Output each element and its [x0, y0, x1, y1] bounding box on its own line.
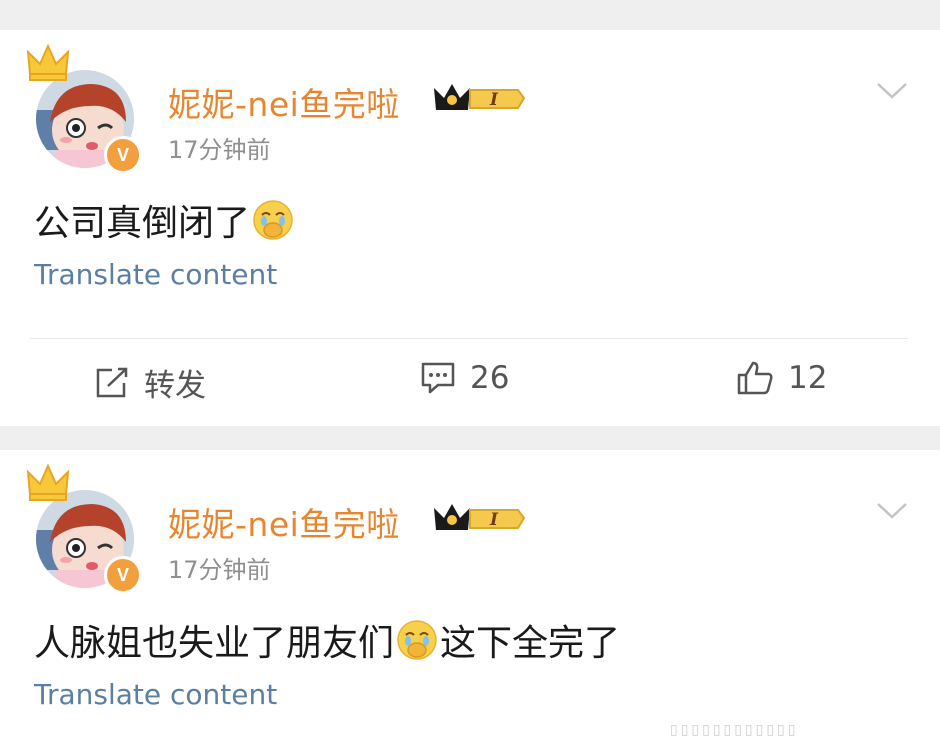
post-text: 公司真倒闭了: [34, 203, 251, 244]
like-count: 12: [788, 360, 828, 396]
comment-count: 26: [470, 360, 510, 396]
comment-icon: [421, 362, 455, 394]
repost-button[interactable]: 转发: [94, 360, 206, 405]
chevron-down-icon[interactable]: [876, 502, 908, 520]
timestamp: 17分钟前: [168, 556, 271, 584]
level-crown-badge: I: [434, 504, 526, 530]
crown-icon: [26, 44, 70, 81]
divider: [30, 338, 908, 339]
repost-icon: [96, 367, 128, 397]
translate-link[interactable]: Translate content: [34, 678, 277, 711]
post-text-part-2: 这下全完了: [440, 623, 621, 664]
crying-emoji-icon: [253, 200, 293, 240]
timestamp: 17分钟前: [168, 136, 271, 164]
level-number: I: [489, 510, 499, 530]
post-content: 人脉姐也失业了朋友们 这下全完了: [34, 614, 620, 666]
chevron-down-icon[interactable]: [876, 82, 908, 100]
post-text-part-1: 人脉姐也失业了朋友们: [34, 623, 395, 664]
level-number: I: [489, 90, 499, 110]
translate-link[interactable]: Translate content: [34, 258, 277, 291]
avatar[interactable]: V: [26, 44, 146, 174]
post-card: V 妮妮-nei鱼完啦 I 17分钟前 人脉姐也失业了朋友们 这下全完了 Tra…: [0, 450, 940, 756]
verified-badge: V: [104, 136, 142, 174]
repost-label: 转发: [144, 368, 206, 404]
post-content: 公司真倒闭了: [34, 194, 296, 246]
verified-badge: V: [104, 556, 142, 594]
crying-emoji-icon: [397, 620, 437, 660]
avatar[interactable]: V: [26, 464, 146, 594]
username[interactable]: 妮妮-nei鱼完啦: [168, 78, 400, 126]
crown-icon: [26, 464, 70, 501]
watermark: ▯▯▯▯▯▯▯▯▯▯▯▯: [670, 722, 799, 738]
comment-button[interactable]: 26: [420, 360, 509, 396]
like-icon: [737, 361, 773, 395]
post-card: V 妮妮-nei鱼完啦 I 17分钟前 公司真倒闭了 Translate con…: [0, 30, 940, 426]
level-crown-badge: I: [434, 84, 526, 110]
username[interactable]: 妮妮-nei鱼完啦: [168, 498, 400, 546]
like-button[interactable]: 12: [736, 360, 827, 396]
